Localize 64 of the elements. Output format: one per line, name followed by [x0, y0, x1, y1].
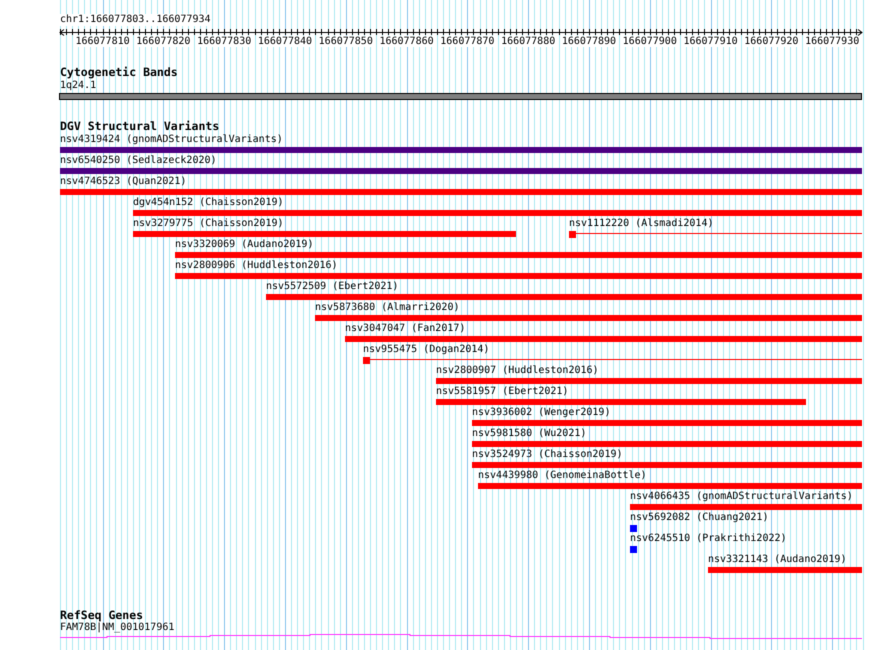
variant-label[interactable]: nsv6245510 (Prakrithi2022)	[630, 533, 787, 545]
variant-bar[interactable]	[133, 210, 862, 216]
tick-label: 166077860	[379, 36, 434, 47]
variant-bar[interactable]	[266, 294, 862, 300]
tick-label: 166077810	[75, 36, 130, 47]
variant-label[interactable]: nsv3936002 (Wenger2019)	[472, 407, 610, 419]
variant-label[interactable]: nsv4319424 (gnomADStructuralVariants)	[60, 134, 283, 146]
tick-label: 166077840	[258, 36, 312, 47]
variant-label[interactable]: nsv5692082 (Chuang2021)	[630, 512, 768, 524]
variant-label[interactable]: nsv3047047 (Fan2017)	[345, 323, 466, 335]
tick-label: 166077830	[197, 36, 252, 47]
variant-label[interactable]: nsv1112220 (Alsmadi2014)	[569, 218, 714, 230]
variant-bar[interactable]	[472, 462, 862, 468]
variant-bar[interactable]	[708, 567, 862, 573]
variant-bar[interactable]	[630, 504, 862, 510]
variant-label[interactable]: nsv3524973 (Chaisson2019)	[472, 449, 623, 461]
variant-label[interactable]: nsv5873680 (Almarri2020)	[315, 302, 460, 314]
variant-bar[interactable]	[133, 231, 516, 237]
tick-label: 166077870	[440, 36, 494, 47]
variant-label[interactable]: dgv454n152 (Chaisson2019)	[133, 197, 284, 209]
variant-bar[interactable]	[60, 147, 862, 153]
variant-label[interactable]: nsv4439980 (GenomeinaBottle)	[478, 470, 647, 482]
tick-label: 166077900	[622, 36, 677, 47]
variant-bar[interactable]	[472, 420, 862, 426]
gene-label[interactable]: FAM78B|NM_001017961	[60, 622, 174, 634]
variant-label[interactable]: nsv6540250 (Sedlazeck2020)	[60, 155, 217, 167]
variant-bar[interactable]	[345, 336, 862, 342]
variant-marker[interactable]	[630, 546, 637, 553]
variant-bar[interactable]	[175, 252, 862, 258]
variant-bar[interactable]	[175, 273, 862, 279]
variant-label[interactable]: nsv3320069 (Audano2019)	[175, 239, 314, 251]
variant-label[interactable]: nsv955475 (Dogan2014)	[363, 344, 490, 356]
variant-bar[interactable]	[478, 483, 862, 489]
tick-label: 166077880	[501, 36, 556, 47]
tick-label: 166077910	[683, 36, 738, 47]
variant-bar[interactable]	[315, 315, 862, 321]
track-title: RefSeq Genes	[60, 609, 144, 622]
variant-label[interactable]: nsv3321143 (Audano2019)	[708, 554, 846, 566]
variant-label[interactable]: nsv2800907 (Huddleston2016)	[436, 365, 599, 377]
band-label: 1q24.1	[60, 80, 96, 92]
tick-label: 166077890	[562, 36, 616, 47]
tick-label: 166077820	[136, 36, 190, 47]
variant-label[interactable]: nsv3279775 (Chaisson2019)	[133, 218, 284, 230]
variant-bar[interactable]	[60, 168, 862, 174]
track-title: Cytogenetic Bands	[60, 66, 178, 79]
variant-label[interactable]: nsv4746523 (Quan2021)	[60, 176, 186, 188]
variant-label[interactable]: nsv4066435 (gnomADStructuralVariants)	[630, 491, 853, 503]
track-title: DGV Structural Variants	[60, 120, 220, 133]
variant-marker[interactable]	[569, 231, 576, 238]
variant-label[interactable]: nsv5981580 (Wu2021)	[472, 428, 586, 440]
tick-label: 166077920	[744, 36, 798, 47]
variant-bar[interactable]	[472, 441, 862, 447]
variant-marker[interactable]	[363, 357, 370, 364]
tick-label: 166077850	[318, 36, 373, 47]
variant-bar[interactable]	[60, 189, 862, 195]
gene-line[interactable]	[60, 634, 862, 639]
variant-bar[interactable]	[436, 399, 806, 405]
variant-marker[interactable]	[630, 525, 637, 532]
location-label: chr1:166077803..166077934	[60, 14, 211, 26]
variant-label[interactable]: nsv5572509 (Ebert2021)	[266, 281, 398, 293]
variant-bar[interactable]	[436, 378, 862, 384]
tick-label: 166077930	[805, 36, 860, 47]
variant-label[interactable]: nsv2800906 (Huddleston2016)	[175, 260, 338, 272]
variant-label[interactable]: nsv5581957 (Ebert2021)	[436, 386, 568, 398]
